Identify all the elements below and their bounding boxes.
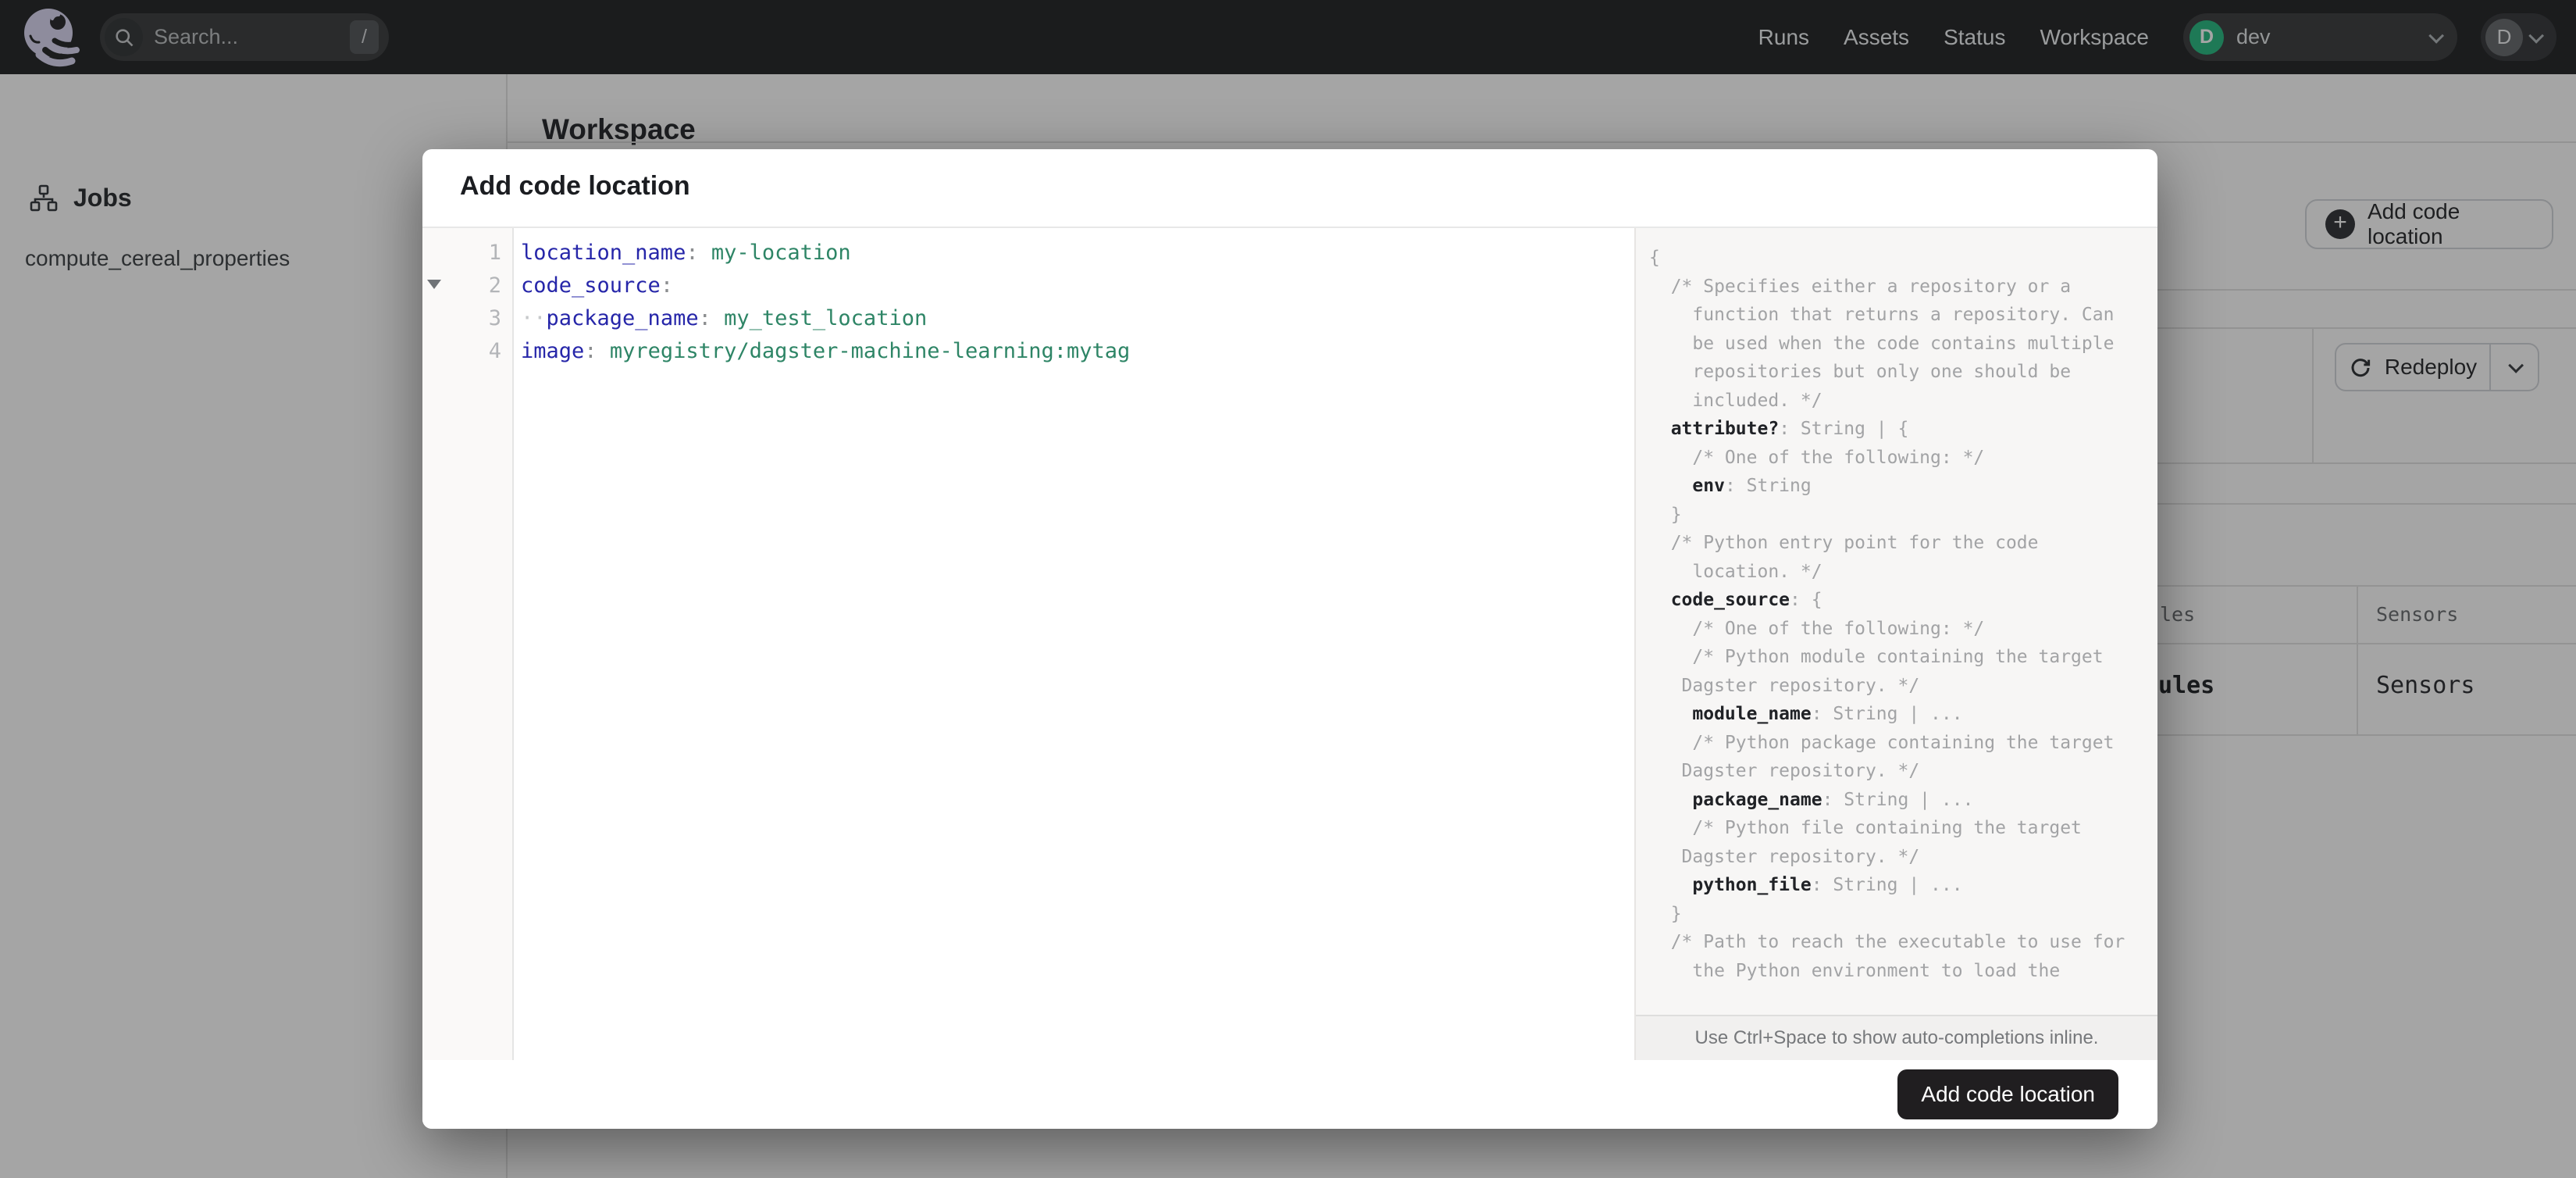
- schema-doc-line: /* Path to reach the executable to use f…: [1649, 932, 2125, 952]
- yaml-editor[interactable]: location_name: my-location code_source: ··…: [515, 228, 1634, 1060]
- schema-doc-line: /* One of the following: */: [1649, 618, 1985, 639]
- schema-doc-line: attribute?: String | {: [1670, 419, 1909, 439]
- add-code-location-dialog: Add code location 1234 location_name: my…: [422, 149, 2157, 1129]
- schema-doc-line: /* Python module containing the target: [1649, 647, 2104, 667]
- schema-doc-line: be used when the code contains multiple: [1649, 333, 2115, 354]
- app-root: / Runs Assets Status Workspace D dev D: [0, 0, 2576, 1178]
- schema-doc-line: Dagster repository. */: [1649, 675, 1920, 696]
- schema-doc-line: /* One of the following: */: [1649, 447, 1985, 468]
- dialog-body: 1234 location_name: my-location code_sour…: [422, 228, 2157, 1060]
- code-line[interactable]: code_source:: [521, 270, 1634, 302]
- dialog-header: Add code location: [422, 149, 2157, 228]
- schema-doc-line: python_file: String | ...: [1692, 875, 1963, 895]
- line-number: 3: [488, 306, 501, 330]
- autocomplete-hint: Use Ctrl+Space to show auto-completions …: [1636, 1015, 2157, 1060]
- schema-doc-line: module_name: String | ...: [1692, 704, 1963, 724]
- editor-gutter-numbers: 1234: [422, 228, 512, 368]
- schema-doc-line: included. */: [1649, 390, 1822, 411]
- schema-doc-line: code_source: {: [1670, 590, 1822, 610]
- schema-doc-line: {: [1649, 248, 1660, 268]
- schema-doc-line: location. */: [1649, 561, 1822, 582]
- schema-doc-line: function that returns a repository. Can: [1649, 305, 2115, 325]
- schema-doc-line: /* Python entry point for the code: [1649, 533, 2039, 553]
- schema-doc-line: env: String: [1692, 476, 1812, 496]
- schema-docs-lines: { /* Specifies either a repository or a …: [1636, 228, 2157, 1015]
- add-code-location-submit-button[interactable]: Add code location: [1897, 1069, 2118, 1119]
- schema-doc-line: repositories but only one should be: [1649, 362, 2072, 382]
- code-line[interactable]: location_name: my-location: [521, 237, 1634, 270]
- schema-docs-panel: { /* Specifies either a repository or a …: [1634, 228, 2157, 1060]
- schema-doc-line: /* Python package containing the target: [1649, 732, 2115, 753]
- line-number: 1: [488, 241, 501, 265]
- fold-arrow-icon[interactable]: [427, 280, 441, 289]
- schema-doc-line: package_name: String | ...: [1692, 789, 1974, 810]
- dialog-title: Add code location: [460, 171, 690, 201]
- schema-doc-line: }: [1649, 903, 1682, 924]
- editor-gutter: 1234: [422, 228, 514, 1060]
- schema-doc-line: /* Python file containing the target: [1649, 818, 2082, 838]
- dialog-footer: Add code location: [422, 1060, 2157, 1129]
- schema-doc-line: /* Specifies either a repository or a: [1649, 276, 2072, 297]
- line-number: 4: [488, 339, 501, 363]
- code-line[interactable]: ··package_name: my_test_location: [521, 302, 1634, 335]
- schema-doc-line: Dagster repository. */: [1649, 846, 1920, 867]
- schema-doc-line: the Python environment to load the: [1649, 960, 2061, 981]
- code-line[interactable]: image: myregistry/dagster-machine-learni…: [521, 335, 1634, 368]
- schema-doc-line: Dagster repository. */: [1649, 761, 1920, 781]
- schema-doc-line: }: [1649, 504, 1682, 525]
